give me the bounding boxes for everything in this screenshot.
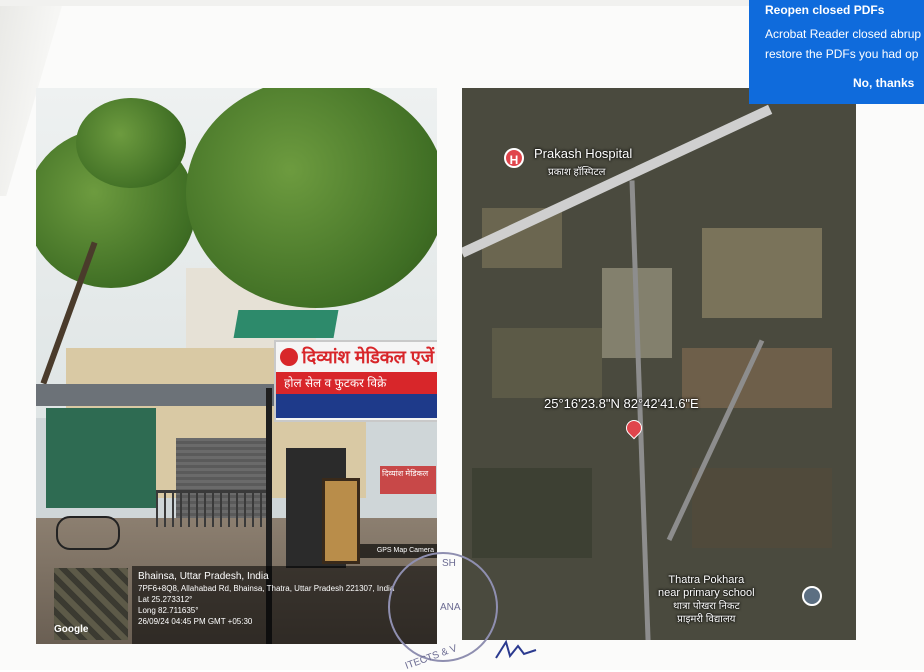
school-marker-icon[interactable] (802, 586, 822, 606)
reopen-pdfs-notification: Reopen closed PDFs Acrobat Reader closed… (749, 0, 924, 104)
green-awning (233, 310, 339, 338)
sign-subtitle: होल सेल व फुटकर विक्रे (276, 372, 437, 394)
hospital-label-hindi: प्रकाश हॉस्पिटल (548, 167, 606, 178)
datetime: 26/09/24 04:45 PM GMT +05:30 (138, 617, 253, 626)
roof-band (36, 384, 286, 406)
field-patch (692, 468, 832, 548)
tree-left-top (76, 98, 186, 188)
small-sign-text: दिव्यांश मेडिकल (382, 469, 429, 478)
no-thanks-button[interactable]: No, thanks (853, 76, 914, 90)
field-patch (472, 468, 592, 558)
railing (156, 490, 266, 527)
wooden-door (322, 478, 360, 564)
bicycle (56, 516, 120, 550)
location-title: Bhainsa, Uttar Pradesh, India (138, 571, 269, 582)
notification-body: Acrobat Reader closed abrup restore the … (765, 24, 921, 64)
address: 7PF6+8Q8, Allahabad Rd, Bhainsa, Thatra,… (138, 584, 395, 593)
stamp-text-top: SH (442, 558, 456, 569)
field-patch (492, 328, 602, 398)
school-name: Thatra Pokhara (668, 574, 745, 586)
school-name-line2: near primary school (658, 587, 755, 599)
sign-bottom-strip (276, 394, 437, 418)
notification-title: Reopen closed PDFs (765, 3, 885, 17)
small-shop-sign: दिव्यांश मेडिकल (380, 466, 436, 494)
shop-left (46, 408, 156, 508)
notification-body-line2: restore the PDFs you had op (765, 47, 919, 61)
school-name-hindi: थात्रा पोखरा निकट (672, 601, 740, 612)
shop-signboard: दिव्यांश मेडिकल एजें होल सेल व फुटकर विक… (274, 340, 437, 422)
stamp-text-mid: ANA (440, 602, 461, 613)
street-photo: दिव्यांश मेडिकल दिव्यांश मेडिकल एजें होल… (36, 88, 437, 644)
latitude: Lat 25.273312° (138, 595, 193, 604)
sign-logo-icon (280, 348, 298, 366)
coordinates-label: 25°16'23.8"N 82°42'41.6"E (544, 396, 699, 411)
sign-title: दिव्यांश मेडिकल एजें (276, 342, 437, 372)
school-label: Thatra Pokhara near primary school थात्र… (658, 574, 755, 626)
notification-body-line1: Acrobat Reader closed abrup (765, 27, 922, 41)
google-logo: Google (54, 624, 89, 635)
hospital-label: Prakash Hospital (534, 146, 633, 161)
hospital-marker-icon[interactable]: H (504, 148, 524, 168)
school-name-hindi2: प्राइमरी विद्यालय (677, 614, 736, 625)
signature (495, 639, 537, 659)
satellite-map: H Prakash Hospital प्रकाश हॉस्पिटल 25°16… (462, 88, 856, 640)
field-patch (702, 228, 822, 318)
